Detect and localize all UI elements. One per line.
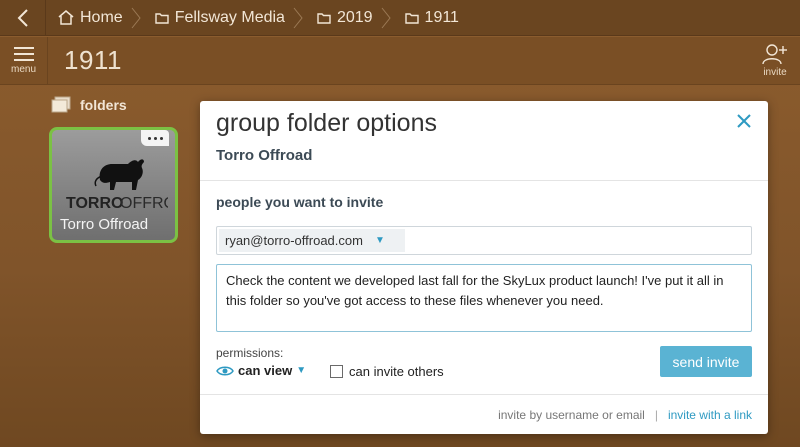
can-invite-others-option[interactable]: can invite others: [330, 364, 444, 379]
can-invite-others-label: can invite others: [349, 364, 444, 379]
breadcrumb-item-2019[interactable]: 2019: [305, 0, 381, 36]
permission-dropdown[interactable]: can view ▼: [216, 363, 306, 378]
recipient-chip[interactable]: ryan@torro-offroad.com ▼: [219, 229, 405, 252]
folder-icon: [154, 12, 169, 24]
hamburger-icon: [13, 47, 34, 61]
breadcrumb-item-home[interactable]: Home: [46, 0, 131, 36]
chevron-left-icon: [17, 8, 28, 27]
message-input[interactable]: Check the content we developed last fall…: [216, 264, 752, 332]
group-folder-options-dialog: group folder options Torro Offroad peopl…: [200, 101, 768, 434]
dialog-folder-name: Torro Offroad: [216, 147, 313, 164]
invite-by-username-link[interactable]: invite by username or email: [498, 408, 645, 422]
dialog-header: group folder options Torro Offroad: [200, 101, 768, 181]
eye-icon: [216, 366, 234, 375]
dialog-title: group folder options: [216, 109, 437, 137]
chevron-right-icon: [381, 0, 393, 36]
breadcrumb: Home Fellsway Media 2019 1911: [0, 0, 800, 36]
footer-divider: |: [654, 408, 658, 422]
dialog-footer: invite by username or email | invite wit…: [200, 394, 768, 434]
close-icon[interactable]: [736, 113, 752, 129]
breadcrumb-label: 2019: [336, 8, 373, 26]
title-bar: menu 1911 invite: [0, 37, 800, 85]
torro-offroad-logo: TORRO OFFROAD: [66, 159, 168, 212]
folders-heading-label: folders: [80, 97, 127, 113]
folders-heading: folders: [50, 96, 127, 114]
section-title: people you want to invite: [216, 194, 384, 210]
menu-button[interactable]: menu: [0, 37, 48, 85]
recipient-email: ryan@torro-offroad.com: [225, 233, 363, 248]
caret-down-icon: ▼: [296, 365, 307, 376]
can-invite-others-checkbox[interactable]: [330, 365, 343, 378]
footer-links: invite by username or email | invite wit…: [498, 408, 752, 422]
folder-card-torro-offroad[interactable]: TORRO OFFROAD Torro Offroad: [49, 127, 178, 243]
invite-button[interactable]: invite: [760, 43, 790, 83]
chevron-right-icon: [293, 0, 305, 36]
invite-with-link-link[interactable]: invite with a link: [668, 408, 752, 422]
breadcrumb-label: Fellsway Media: [174, 8, 285, 26]
chevron-right-icon: [131, 0, 143, 36]
folder-icon: [404, 12, 419, 24]
breadcrumb-label: 1911: [424, 8, 459, 26]
breadcrumb-label: Home: [80, 8, 123, 26]
page-title: 1911: [64, 45, 122, 75]
recipient-field[interactable]: ryan@torro-offroad.com ▼: [216, 226, 752, 255]
svg-text:TORRO: TORRO: [66, 195, 123, 212]
home-icon: [58, 10, 74, 25]
more-options-icon[interactable]: [141, 130, 169, 146]
folders-icon: [51, 96, 71, 113]
folder-name: Torro Offroad: [60, 216, 149, 233]
menu-label: menu: [10, 64, 36, 75]
svg-text:OFFROAD: OFFROAD: [120, 195, 168, 212]
invite-label: invite: [763, 67, 787, 78]
add-user-icon: [762, 44, 787, 65]
send-invite-button[interactable]: send invite: [660, 346, 752, 377]
breadcrumb-item-1911[interactable]: 1911: [393, 0, 467, 36]
permission-value: can view: [238, 363, 293, 378]
caret-down-icon[interactable]: ▼: [375, 235, 385, 246]
permissions-label: permissions:: [216, 346, 284, 360]
folder-icon: [317, 12, 331, 24]
breadcrumb-item-fellsway-media[interactable]: Fellsway Media: [143, 0, 293, 36]
back-button[interactable]: [0, 0, 46, 36]
